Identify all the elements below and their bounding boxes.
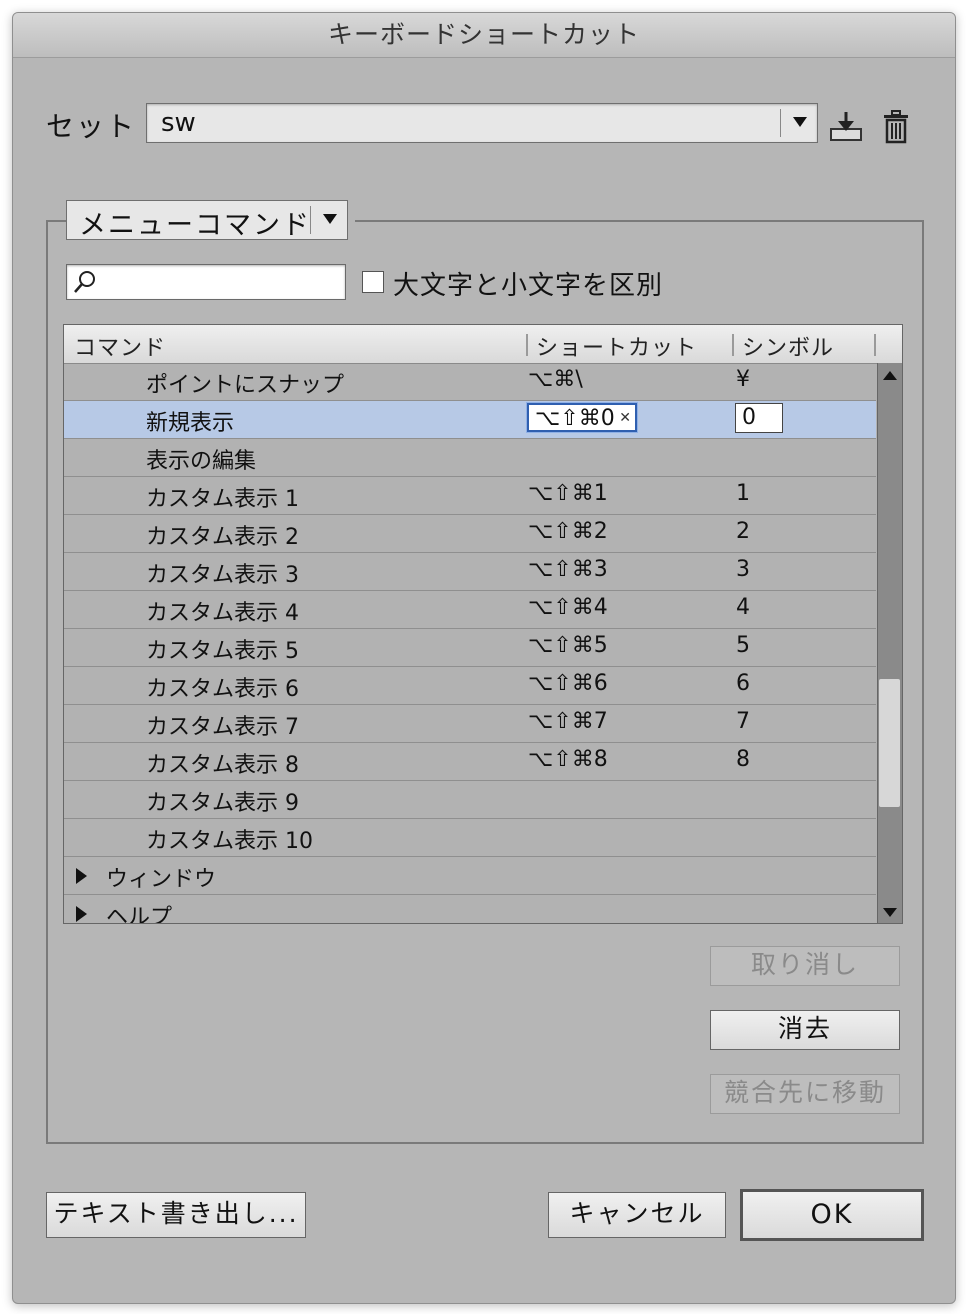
table-row[interactable]: カスタム表示 1 ⌥⇧⌘1 1 xyxy=(64,477,876,515)
search-input[interactable] xyxy=(66,264,346,300)
shortcut-cell: ⌥⇧⌘6 xyxy=(528,671,608,696)
column-header-command[interactable]: コマンド xyxy=(74,330,166,362)
table-row[interactable]: カスタム表示 3 ⌥⇧⌘3 3 xyxy=(64,553,876,591)
window-title: キーボードショートカット xyxy=(13,13,955,58)
case-sensitive-checkbox[interactable] xyxy=(362,271,384,293)
column-divider xyxy=(874,334,876,356)
group-cell: ヘルプ xyxy=(106,905,173,924)
shortcut-cell: ⌥⇧⌘5 xyxy=(528,633,608,658)
command-cell: カスタム表示 4 xyxy=(146,601,299,626)
symbol-cell: 2 xyxy=(736,519,750,544)
symbol-cell: 1 xyxy=(736,481,750,506)
category-value: メニューコマンド xyxy=(79,210,311,241)
symbol-cell: 5 xyxy=(736,633,750,658)
magnifier-icon xyxy=(74,271,95,293)
table-row[interactable]: カスタム表示 5 ⌥⇧⌘5 5 xyxy=(64,629,876,667)
symbol-edit-field[interactable]: 0 xyxy=(735,403,783,433)
command-cell: カスタム表示 6 xyxy=(146,677,299,702)
symbol-cell: 8 xyxy=(736,747,750,772)
shortcut-cell: ⌥⌘\ xyxy=(528,367,583,392)
table-row[interactable]: カスタム表示 4 ⌥⇧⌘4 4 xyxy=(64,591,876,629)
case-sensitive-label: 大文字と小文字を区別 xyxy=(393,271,664,301)
shortcut-cell: ⌥⇧⌘8 xyxy=(528,747,608,772)
symbol-cell: ¥ xyxy=(736,367,750,392)
shortcut-cell: ⌥⇧⌘7 xyxy=(528,709,608,734)
set-value: sw xyxy=(161,108,196,138)
symbol-cell: 3 xyxy=(736,557,750,582)
table-row[interactable]: カスタム表示 9 xyxy=(64,781,876,819)
scroll-down-arrow-icon[interactable] xyxy=(883,908,897,917)
set-dropdown[interactable]: sw xyxy=(146,103,818,143)
cancel-button[interactable]: キャンセル xyxy=(548,1192,726,1238)
column-divider xyxy=(526,334,528,356)
scroll-up-arrow-icon[interactable] xyxy=(883,371,897,380)
shortcut-table: コマンド ショートカット シンボル ポイントにスナップ ⌥⌘\ ¥ 新規表示 ⌥… xyxy=(63,324,903,924)
command-cell: カスタム表示 8 xyxy=(146,753,299,778)
symbol-cell: 6 xyxy=(736,671,750,696)
command-cell: カスタム表示 3 xyxy=(146,563,299,588)
set-label: セット : xyxy=(46,110,159,143)
trash-icon[interactable] xyxy=(880,109,916,145)
table-group-row[interactable]: ウィンドウ xyxy=(64,857,876,895)
column-divider xyxy=(732,334,734,356)
symbol-value: 0 xyxy=(742,405,756,430)
column-header-symbol[interactable]: シンボル xyxy=(742,330,834,362)
command-cell: ポイントにスナップ xyxy=(146,373,345,398)
command-cell: カスタム表示 9 xyxy=(146,791,299,816)
command-cell: カスタム表示 5 xyxy=(146,639,299,664)
command-cell: カスタム表示 1 xyxy=(146,487,299,512)
table-row[interactable]: カスタム表示 6 ⌥⇧⌘6 6 xyxy=(64,667,876,705)
go-to-conflict-button[interactable]: 競合先に移動 xyxy=(710,1074,900,1114)
undo-button[interactable]: 取り消し xyxy=(710,946,900,986)
shortcut-cell: ⌥⇧⌘3 xyxy=(528,557,608,582)
chevron-down-icon xyxy=(323,214,337,224)
export-text-button[interactable]: テキスト書き出し... xyxy=(46,1192,306,1238)
save-set-icon[interactable] xyxy=(828,109,864,145)
disclosure-triangle-icon[interactable] xyxy=(76,868,87,884)
dropdown-divider xyxy=(780,109,781,137)
shortcut-value: ⌥⇧⌘0 xyxy=(535,406,615,431)
dropdown-divider xyxy=(310,206,311,234)
command-cell: カスタム表示 10 xyxy=(146,829,313,854)
ok-button[interactable]: OK xyxy=(740,1189,924,1241)
column-header-shortcut[interactable]: ショートカット xyxy=(536,330,697,362)
shortcut-cell: ⌥⇧⌘1 xyxy=(528,481,608,506)
command-cell: カスタム表示 2 xyxy=(146,525,299,550)
symbol-cell: 4 xyxy=(736,595,750,620)
command-cell: カスタム表示 7 xyxy=(146,715,299,740)
category-dropdown[interactable]: メニューコマンド xyxy=(66,200,348,241)
clear-button[interactable]: 消去 xyxy=(710,1010,900,1050)
shortcut-edit-field[interactable]: ⌥⇧⌘0 ✕ xyxy=(527,403,637,432)
shortcut-cell: ⌥⇧⌘2 xyxy=(528,519,608,544)
shortcut-cell: ⌥⇧⌘4 xyxy=(528,595,608,620)
table-row[interactable]: カスタム表示 10 xyxy=(64,819,876,857)
clear-shortcut-icon[interactable]: ✕ xyxy=(619,405,631,432)
command-cell: 新規表示 xyxy=(146,411,235,436)
keyboard-shortcuts-dialog: キーボードショートカット セット : sw メニューコマンド 大文字と小文字を区… xyxy=(12,12,956,1304)
disclosure-triangle-icon[interactable] xyxy=(76,906,87,922)
table-row[interactable]: カスタム表示 8 ⌥⇧⌘8 8 xyxy=(64,743,876,781)
group-cell: ウィンドウ xyxy=(106,867,217,892)
vertical-scrollbar[interactable] xyxy=(877,363,902,923)
chevron-down-icon xyxy=(793,117,807,127)
symbol-cell: 7 xyxy=(736,709,750,734)
table-row[interactable]: ポイントにスナップ ⌥⌘\ ¥ xyxy=(64,363,876,401)
table-row[interactable]: カスタム表示 2 ⌥⇧⌘2 2 xyxy=(64,515,876,553)
scroll-thumb[interactable] xyxy=(879,679,900,807)
command-cell: 表示の編集 xyxy=(146,449,257,474)
table-header: コマンド ショートカット シンボル xyxy=(64,325,902,364)
table-row[interactable]: カスタム表示 7 ⌥⇧⌘7 7 xyxy=(64,705,876,743)
table-row-selected[interactable]: 新規表示 ⌥⇧⌘0 ✕ 0 xyxy=(64,401,876,439)
table-row[interactable]: 表示の編集 xyxy=(64,439,876,477)
table-group-row[interactable]: ヘルプ xyxy=(64,895,876,924)
